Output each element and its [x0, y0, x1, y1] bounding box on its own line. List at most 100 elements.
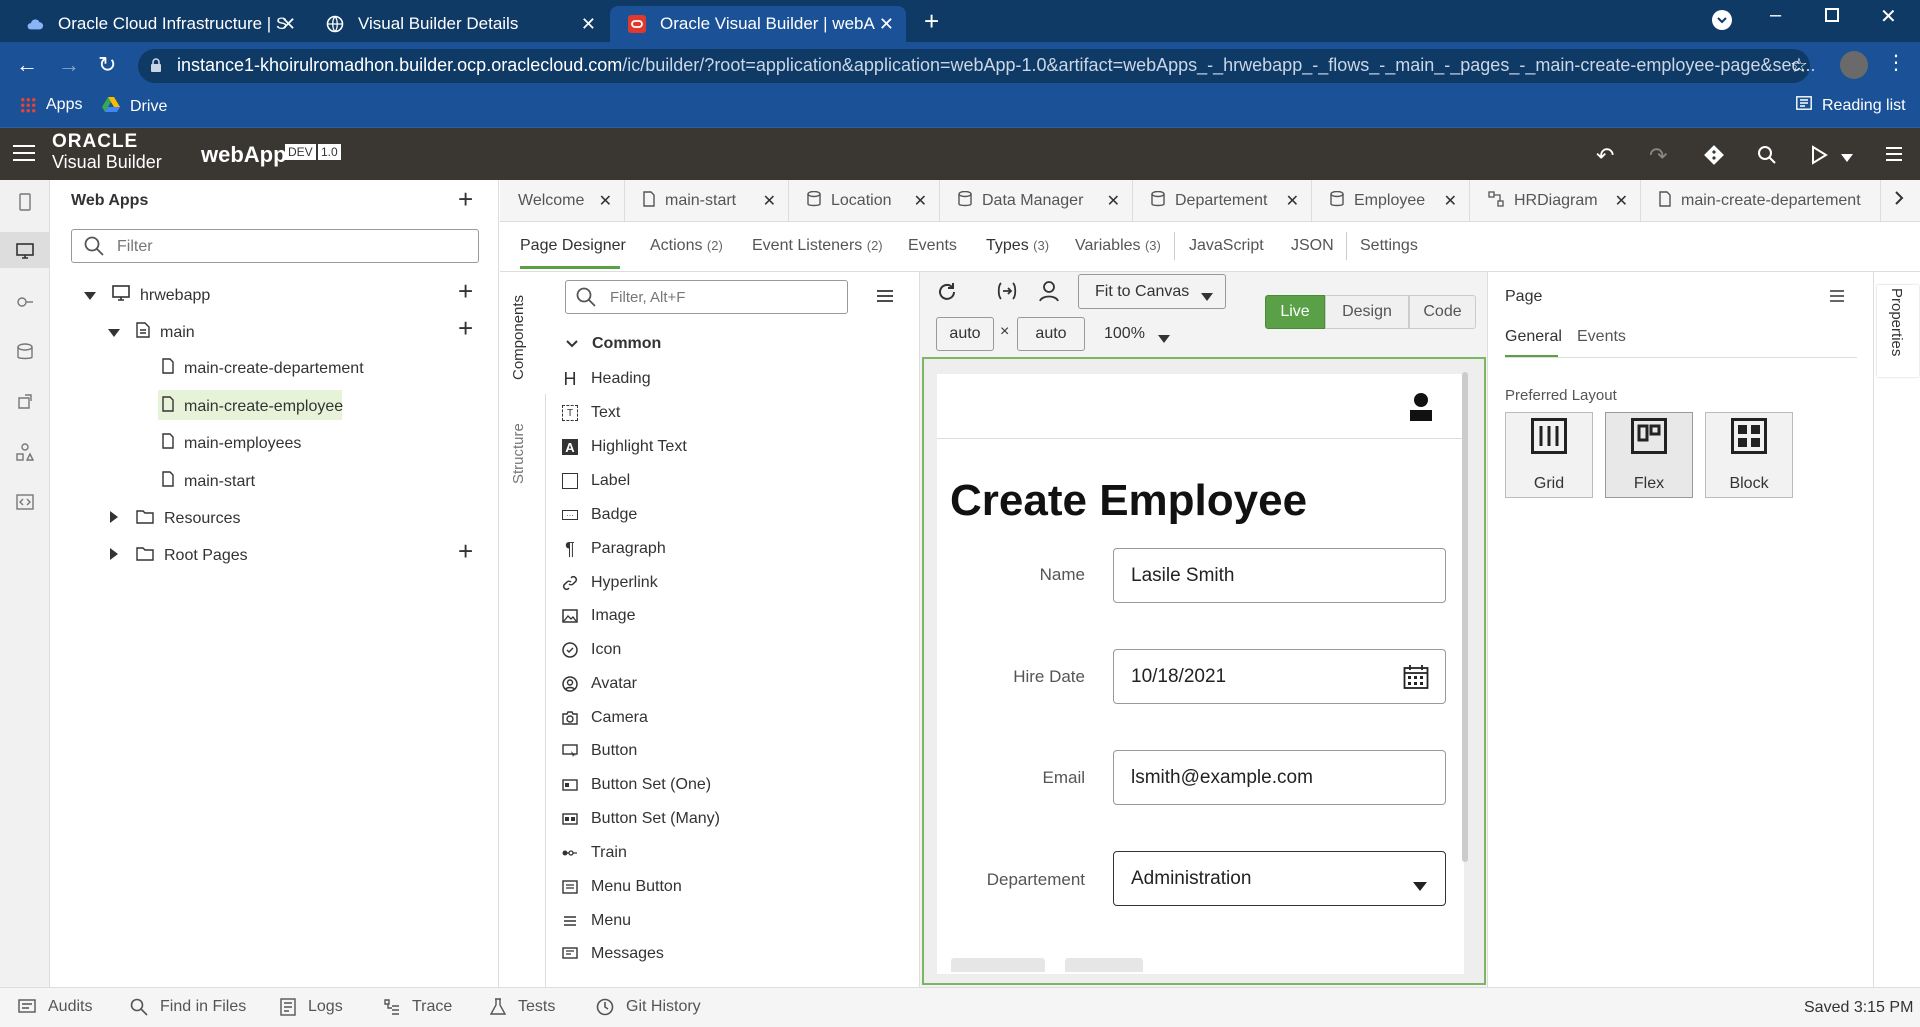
components-filter-input[interactable]: Filter, Alt+F [565, 280, 848, 314]
footer-trace[interactable]: Trace [384, 998, 452, 1016]
add-icon[interactable]: + [458, 184, 473, 215]
canvas-width-input[interactable]: auto [936, 317, 994, 351]
zoom-select[interactable]: 100% [1104, 325, 1145, 343]
component-menu-button[interactable]: Menu Button [562, 878, 682, 896]
vtab-structure[interactable]: Structure [510, 423, 527, 484]
tree-item-hrwebapp[interactable]: hrwebapp [84, 285, 210, 306]
vtab-components[interactable]: Components [510, 295, 527, 380]
component-camera[interactable]: Camera [562, 709, 648, 727]
component-train[interactable]: Train [562, 844, 627, 862]
processes-icon[interactable] [15, 442, 35, 462]
editor-tab-main-create-departement[interactable]: main-create-departement [1641, 180, 1881, 222]
expand-icon[interactable] [110, 547, 118, 565]
restore-icon[interactable] [1825, 8, 1839, 22]
collapse-icon[interactable] [84, 287, 96, 305]
footer-git-history[interactable]: Git History [596, 998, 701, 1016]
properties-strip-tab[interactable]: Properties [1888, 288, 1905, 356]
component-badge[interactable]: ··· Badge [562, 506, 637, 524]
name-field[interactable]: Lasile Smith [1113, 548, 1446, 603]
mobile-apps-icon[interactable] [15, 192, 35, 212]
close-icon[interactable]: ✕ [763, 191, 776, 211]
lock-icon[interactable] [150, 58, 162, 78]
expand-icon[interactable] [110, 510, 118, 528]
reading-list[interactable]: Reading list [1796, 96, 1906, 115]
close-icon[interactable]: ✕ [1444, 191, 1457, 211]
user-preview-icon[interactable] [1038, 280, 1060, 307]
new-tab-icon[interactable]: + [924, 6, 939, 37]
editor-tab-data-manager[interactable]: Data Manager ✕ [940, 180, 1133, 222]
component-avatar[interactable]: Avatar [562, 675, 637, 693]
collapse-icon[interactable] [108, 324, 120, 342]
component-highlight-text[interactable]: A Highlight Text [562, 438, 687, 456]
component-button-set-one[interactable]: Button Set (One) [562, 776, 711, 794]
browser-menu-icon[interactable]: ⋮ [1886, 50, 1906, 75]
tab-events[interactable]: Events [908, 237, 957, 255]
redo-icon[interactable]: ↷ [1649, 143, 1667, 169]
component-messages[interactable]: Messages [562, 945, 664, 963]
properties-tab-events[interactable]: Events [1577, 328, 1626, 346]
tree-item-main[interactable]: main [108, 322, 195, 343]
tab-json[interactable]: JSON [1291, 237, 1334, 255]
component-paragraph[interactable]: ¶ Paragraph [562, 539, 666, 559]
component-text[interactable]: T Text [562, 404, 620, 422]
footer-find-in-files[interactable]: Find in Files [130, 998, 246, 1016]
tab-actions[interactable]: Actions (2) [650, 237, 723, 255]
close-icon[interactable]: ✕ [1286, 191, 1299, 211]
component-heading[interactable]: H Heading [562, 369, 651, 389]
bookmark-apps[interactable]: Apps [20, 96, 82, 114]
footer-logs[interactable]: Logs [280, 998, 343, 1016]
add-icon[interactable]: + [458, 276, 473, 307]
close-icon[interactable]: ✕ [914, 191, 927, 211]
component-icon[interactable]: Icon [562, 641, 621, 659]
tree-item-main-create-employee[interactable]: main-create-employee [162, 396, 343, 417]
editor-tab-welcome[interactable]: Welcome ✕ [500, 180, 625, 222]
canvas-height-input[interactable]: auto [1017, 317, 1085, 351]
web-apps-icon[interactable] [15, 241, 35, 261]
component-label[interactable]: Label [562, 472, 630, 490]
editor-tab-main-start[interactable]: main-start ✕ [625, 180, 789, 222]
canvas-scrollbar[interactable] [1462, 372, 1468, 862]
git-icon[interactable] [1704, 145, 1724, 170]
close-icon[interactable]: ✕ [599, 191, 612, 211]
avatar[interactable] [1840, 51, 1868, 79]
search-icon[interactable] [1757, 145, 1777, 170]
footer-audits[interactable]: Audits [18, 998, 92, 1016]
close-icon[interactable]: ✕ [1615, 191, 1628, 211]
live-mode-button[interactable]: Live [1265, 295, 1325, 329]
profile-dropdown-icon[interactable] [1712, 10, 1732, 30]
tab-variables[interactable]: Variables (3) [1075, 237, 1161, 255]
layout-flex-button[interactable]: Flex [1605, 412, 1693, 498]
bookmark-star-icon[interactable]: ☆ [1790, 53, 1808, 78]
close-icon[interactable]: ✕ [1107, 191, 1120, 211]
tab-page-designer[interactable]: Page Designer [520, 237, 626, 255]
editor-tab-hrdiagram[interactable]: HRDiagram ✕ [1470, 180, 1641, 222]
window-close-icon[interactable]: ✕ [1880, 4, 1897, 29]
group-common[interactable]: Common [566, 335, 661, 353]
tree-item-main-employees[interactable]: main-employees [162, 433, 301, 454]
component-hyperlink[interactable]: Hyperlink [562, 574, 658, 592]
tab-javascript[interactable]: JavaScript [1189, 237, 1264, 255]
tab-settings[interactable]: Settings [1360, 237, 1418, 255]
refresh-icon[interactable] [936, 281, 958, 308]
components-icon[interactable] [15, 392, 35, 412]
layout-block-button[interactable]: Block [1705, 412, 1793, 498]
layout-grid-button[interactable]: Grid [1505, 412, 1593, 498]
tree-item-resources[interactable]: Resources [110, 509, 240, 529]
variable-icon[interactable] [996, 281, 1018, 306]
partial-button[interactable] [1065, 958, 1143, 972]
close-icon[interactable]: ✕ [879, 14, 894, 35]
add-icon[interactable]: + [458, 313, 473, 344]
tree-item-main-start[interactable]: main-start [162, 471, 255, 492]
user-avatar-icon[interactable] [1409, 392, 1433, 427]
component-image[interactable]: Image [562, 607, 635, 625]
reload-icon[interactable]: ↻ [98, 52, 116, 78]
properties-tab-general[interactable]: General [1505, 328, 1562, 346]
nav-filter-input[interactable]: Filter [71, 229, 479, 263]
back-icon[interactable]: ← [16, 52, 38, 78]
tab-types[interactable]: Types (3) [986, 237, 1049, 255]
calendar-icon[interactable] [1403, 664, 1429, 696]
run-dropdown-icon[interactable] [1840, 150, 1854, 168]
component-button-set-many[interactable]: Button Set (Many) [562, 810, 720, 828]
code-mode-button[interactable]: Code [1409, 295, 1476, 329]
menu-icon[interactable] [1886, 146, 1902, 167]
